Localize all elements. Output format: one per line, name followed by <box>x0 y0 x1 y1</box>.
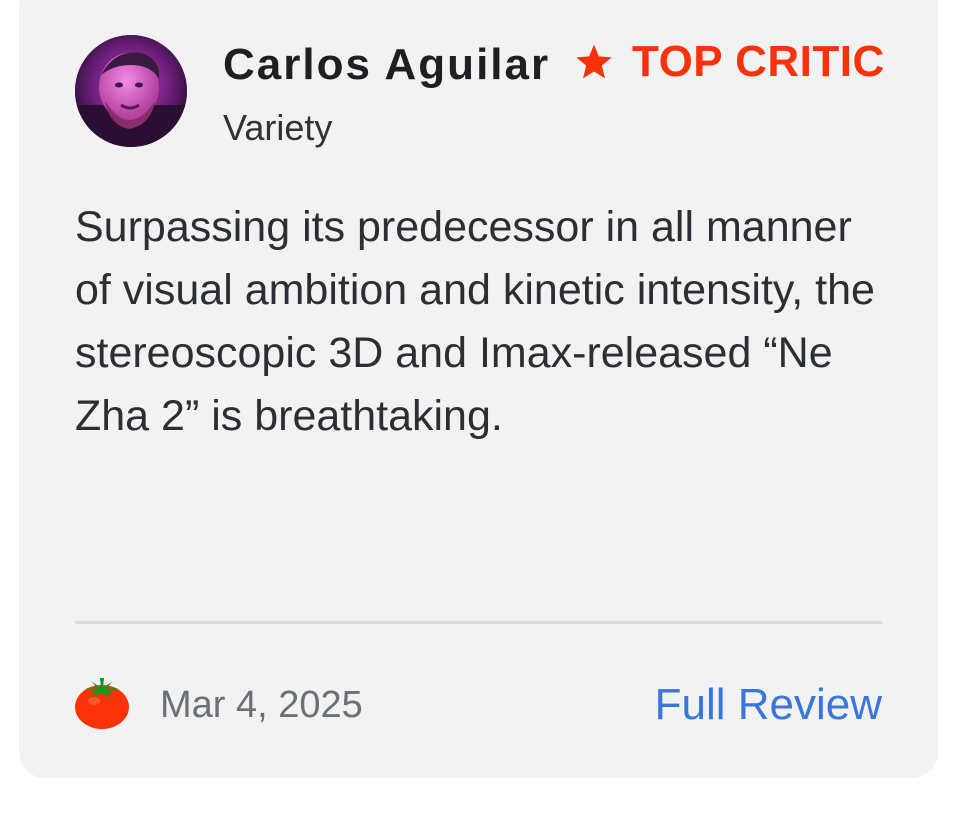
top-critic-badge: TOP CRITIC <box>632 37 885 86</box>
divider <box>75 621 882 624</box>
star-icon <box>576 44 612 79</box>
review-date: Mar 4, 2025 <box>160 684 363 726</box>
avatar-image <box>75 35 187 147</box>
review-quote: Surpassing its predecessor in all manner… <box>75 203 875 440</box>
critic-avatar[interactable] <box>75 35 187 147</box>
publication-name[interactable]: Variety <box>223 107 332 149</box>
critic-name[interactable]: Carlos Aguilar <box>223 40 550 90</box>
fresh-tomato-icon <box>75 678 129 729</box>
full-review-link[interactable]: Full Review <box>655 680 882 730</box>
